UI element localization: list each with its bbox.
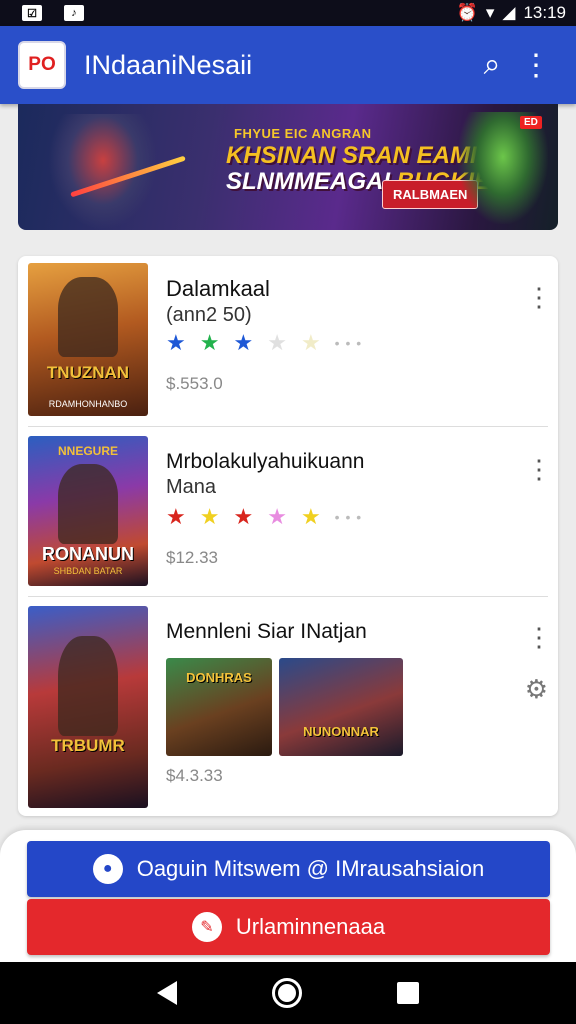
item-more-icon[interactable]: ⋮ — [526, 284, 552, 310]
game-subtitle: Mana — [166, 476, 217, 498]
cover-character-art — [58, 277, 118, 357]
rating-stars: ★ ★ ★ ★ ★ • • • — [166, 504, 362, 530]
login-button[interactable]: ● Oaguin Mitswem @ IMrausahsiaion — [27, 841, 550, 897]
register-button[interactable]: ✎ Urlaminnenaaa — [27, 899, 550, 955]
divider — [28, 596, 548, 597]
thumbnail-label: NUNONNAR — [303, 724, 379, 739]
alarm-icon: ⏰ — [456, 3, 478, 22]
app-logo[interactable]: PO — [18, 41, 66, 89]
game-title: Mennleni Siar INatjan — [166, 620, 367, 643]
star-icon: ★ — [199, 330, 220, 355]
game-cover: TNUZNAN RDAMHONHANBO — [28, 263, 148, 416]
item-more-icon[interactable]: ⋮ — [526, 624, 552, 650]
star-icon: ★ — [300, 330, 321, 355]
app-title: INdaaniNesaii — [84, 49, 253, 80]
wifi-icon: ▾ — [485, 3, 495, 22]
overflow-menu-icon[interactable]: ⋮ — [514, 48, 558, 83]
cover-top-title: NNEGURE — [57, 444, 118, 458]
rating-stars: ★ ★ ★ ★ ★ • • • — [166, 330, 362, 356]
app-bar: PO INdaaniNesaii ⌕ ⋮ — [0, 26, 576, 104]
game-cover: TRBUMR — [28, 606, 148, 808]
cover-subtitle: RDAMHONHANBO — [48, 399, 128, 409]
signal-icon: ◢ — [502, 3, 516, 22]
cover-subtitle: SHBDAN BATAR — [53, 566, 123, 576]
notification-icon: ♪ — [64, 5, 84, 21]
game-title: Dalamkaal — [166, 276, 270, 301]
notification-icon: ☑ — [22, 5, 42, 21]
more-dots-icon: • • • — [334, 509, 363, 525]
star-icon: ★ — [233, 504, 254, 529]
star-icon: ★ — [300, 504, 321, 529]
list-item[interactable]: TRBUMR Mennleni Siar INatjan DONHRAS NUN… — [18, 598, 558, 814]
promo-banner[interactable]: FHYUE EIC ANGRAN KHSINAN SRAN EAMI SLNMM… — [18, 104, 558, 230]
star-icon: ★ — [166, 330, 186, 355]
banner-headline: KHSINAN SRAN EAMI — [226, 142, 477, 169]
list-item[interactable]: NNEGURE RONANUN SHBDAN BATAR Mrbolakulya… — [18, 428, 558, 596]
game-price: $.553.0 — [166, 374, 223, 393]
home-icon[interactable] — [271, 978, 302, 1008]
star-icon: ★ — [199, 504, 220, 529]
game-cover: NNEGURE RONANUN SHBDAN BATAR — [28, 436, 148, 586]
banner-headline-2-text: SLNMMEAGAI — [226, 168, 390, 195]
pen-icon: ✎ — [191, 912, 222, 942]
star-icon: ★ — [267, 504, 287, 529]
game-price: $4.3.33 — [166, 766, 223, 785]
cover-title: TNUZNAN — [46, 363, 130, 382]
cover-character-art — [58, 464, 118, 544]
screenshot-thumbnail[interactable]: NUNONNAR — [279, 658, 403, 756]
cover-title: RONANUN — [42, 544, 134, 564]
search-icon[interactable]: ⌕ — [470, 48, 514, 82]
game-price: $12.33 — [166, 548, 218, 567]
banner-kicker: FHYUE EIC ANGRAN — [234, 126, 372, 141]
screenshot-thumbnail[interactable]: DONHRAS — [166, 658, 272, 756]
star-icon: ★ — [233, 330, 254, 355]
star-icon: ★ — [166, 504, 186, 529]
status-time: 13:19 — [523, 3, 566, 22]
back-icon[interactable] — [157, 981, 178, 1005]
recent-apps-icon[interactable] — [396, 982, 419, 1004]
cover-character-art — [58, 636, 118, 736]
register-button-label: Urlaminnenaaa — [235, 914, 386, 939]
system-nav-bar — [0, 962, 576, 1024]
game-list: TNUZNAN RDAMHONHANBO Dalamkaal (ann2 50)… — [18, 256, 558, 816]
star-icon: ★ — [267, 330, 287, 355]
cover-title: TRBUMR — [51, 736, 125, 755]
more-dots-icon: • • • — [334, 335, 363, 351]
status-bar: ☑ ♪ ⏰ ▾ ◢ 13:19 — [0, 0, 576, 26]
item-more-icon[interactable]: ⋮ — [526, 456, 552, 482]
user-icon: ● — [92, 854, 123, 884]
thumbnail-label: DONHRAS — [186, 670, 252, 685]
divider — [28, 426, 548, 427]
settings-icon[interactable]: ⚙ — [525, 674, 548, 705]
login-button-label: Oaguin Mitswem @ IMrausahsiaion — [136, 856, 485, 881]
banner-badge: ED — [520, 116, 542, 129]
game-subtitle: (ann2 50) — [166, 304, 252, 326]
game-title: Mrbolakulyahuikuann — [166, 450, 365, 473]
list-item[interactable]: TNUZNAN RDAMHONHANBO Dalamkaal (ann2 50)… — [18, 256, 558, 428]
